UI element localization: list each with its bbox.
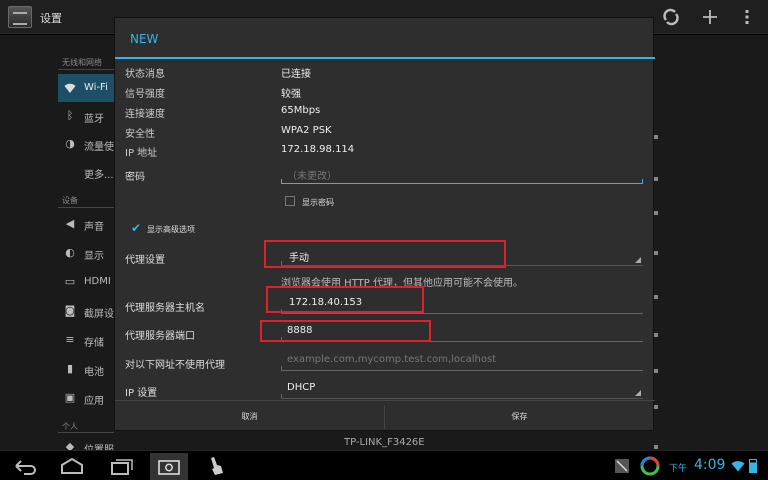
proxy-bypass-field[interactable]: example.com,mycomp.test.com,localhost: [281, 349, 643, 371]
location-icon: ◆: [65, 440, 75, 451]
battery-status-icon: [749, 459, 757, 473]
screenshot-icon[interactable]: [150, 453, 188, 480]
usb-debug-icon: [614, 458, 630, 474]
settings-app-icon[interactable]: [8, 6, 32, 28]
section-divider: [58, 207, 114, 208]
sidebar-item-sound[interactable]: ◀ 声音: [58, 210, 114, 238]
status-value: 已连接: [281, 69, 311, 80]
ip-settings-label: IP 设置: [125, 388, 158, 399]
sidebar-item-apps[interactable]: ▣ 应用: [58, 384, 114, 412]
sidebar-item-bluetooth[interactable]: ᛒ 蓝牙: [58, 102, 114, 130]
security-label: 安全性: [125, 129, 155, 140]
sidebar-item-label: 电池: [84, 367, 104, 378]
dropdown-arrow-icon: [635, 257, 641, 263]
storage-icon: ≡: [65, 333, 75, 346]
sidebar-item-label: 应用: [84, 396, 104, 407]
sidebar-item-wifi[interactable]: Wi-Fi: [58, 74, 114, 102]
sidebar-item-storage[interactable]: ≡ 存储: [58, 326, 114, 354]
ip-settings-value: DHCP: [287, 382, 316, 393]
sidebar-item-label: 更多...: [84, 170, 114, 181]
wifi-icon: [64, 82, 76, 94]
section-divider: [58, 432, 114, 433]
cancel-button[interactable]: 取消: [115, 401, 384, 433]
show-password-label: 显示密码: [302, 198, 334, 207]
camera-icon: ◙: [64, 304, 76, 317]
proxy-bypass-placeholder: example.com,mycomp.test.com,localhost: [287, 354, 497, 365]
sidebar-item-location[interactable]: ◆ 位置服务: [58, 435, 114, 451]
save-button[interactable]: 保存: [385, 401, 654, 433]
sidebar-item-label: 蓝牙: [84, 114, 104, 125]
show-advanced-label: 显示高级选项: [147, 225, 195, 234]
signal-strength-label: 信号强度: [125, 89, 165, 100]
sidebar-item-display[interactable]: ◐ 显示: [58, 239, 114, 267]
link-speed-label: 连接速度: [125, 109, 165, 120]
sidebar-item-hdmi[interactable]: ▭ HDMI: [58, 268, 114, 296]
password-placeholder: （未更改）: [287, 171, 337, 182]
proxy-bypass-label: 对以下网址不使用代理: [125, 360, 225, 371]
sidebar-item-label: 声音: [84, 222, 104, 233]
status-ampm: 下午: [669, 464, 688, 474]
show-advanced-checkbox[interactable]: ✔: [131, 222, 141, 234]
data-usage-icon: ◑: [65, 137, 75, 150]
touch-icon[interactable]: [204, 454, 228, 478]
highlight-box-proxy-settings: [264, 240, 506, 268]
sidebar-item-label: Wi-Fi: [84, 82, 108, 93]
wifi-network-dialog: NEW 状态消息 已连接 信号强度 较强 连接速度 65Mbps 安全性 WPA…: [114, 17, 655, 432]
back-icon[interactable]: [10, 454, 40, 478]
wifi-list-signal-marks: [654, 115, 664, 455]
bluetooth-icon: ᛒ: [66, 109, 74, 122]
battery-icon: ▮: [66, 362, 74, 375]
ip-address-value: 172.18.98.114: [281, 144, 355, 155]
section-header-device: 设备: [62, 196, 78, 205]
highlight-box-proxy-port: [260, 320, 431, 342]
volume-icon: ◀: [65, 217, 75, 230]
add-icon[interactable]: [699, 6, 721, 28]
status-time: 4:09: [694, 457, 726, 473]
section-header-personal: 个人: [62, 422, 78, 431]
sidebar-item-screenshot-settings[interactable]: ◙ 截屏设: [58, 297, 114, 325]
sidebar-item-label: HDMI: [84, 276, 111, 287]
section-header-wireless: 无线和网络: [62, 58, 102, 67]
home-icon[interactable]: [58, 454, 86, 478]
sidebar-item-label: 流量使: [84, 142, 114, 153]
app-title: 设置: [40, 12, 62, 25]
app-notification-icon: [640, 456, 660, 476]
ip-settings-spinner[interactable]: DHCP: [281, 377, 643, 399]
sidebar-item-data-usage[interactable]: ◑ 流量使: [58, 130, 114, 158]
sidebar-item-label: 显示: [84, 251, 104, 262]
dropdown-arrow-icon: [635, 390, 641, 396]
recent-apps-icon[interactable]: [108, 454, 136, 478]
ip-address-label: IP 地址: [125, 148, 158, 159]
background-network-name[interactable]: TP-LINK_F3426E: [344, 437, 425, 448]
refresh-icon[interactable]: [660, 6, 682, 28]
link-speed-value: 65Mbps: [281, 105, 321, 116]
dialog-button-bar: 取消 保存: [115, 400, 655, 432]
title-divider: [115, 57, 655, 59]
system-navigation-bar: 下午 4:09: [0, 450, 768, 480]
hdmi-icon: ▭: [64, 275, 76, 288]
sidebar-item-more[interactable]: 更多...: [58, 158, 114, 186]
sidebar-item-label: 截屏设: [84, 309, 114, 320]
highlight-box-proxy-host: [266, 286, 424, 313]
status-label: 状态消息: [125, 69, 165, 80]
sidebar-item-label: 存储: [84, 338, 104, 349]
password-label: 密码: [125, 172, 145, 183]
signal-strength-value: 较强: [281, 89, 301, 100]
security-value: WPA2 PSK: [281, 125, 332, 136]
password-field[interactable]: （未更改）: [281, 162, 643, 184]
proxy-port-label: 代理服务器端口: [125, 331, 195, 342]
proxy-settings-label: 代理设置: [125, 255, 165, 266]
overflow-menu-icon[interactable]: [736, 6, 758, 28]
apps-icon: ▣: [64, 391, 76, 404]
brightness-icon: ◐: [65, 246, 75, 259]
wifi-signal-icon: [731, 460, 745, 472]
sidebar-item-battery[interactable]: ▮ 电池: [58, 355, 114, 383]
show-password-checkbox[interactable]: [285, 196, 295, 206]
dialog-title: NEW: [130, 32, 159, 46]
proxy-host-label: 代理服务器主机名: [125, 303, 205, 314]
sidebar-item-label: 位置服务: [84, 441, 114, 450]
section-divider: [58, 69, 114, 70]
